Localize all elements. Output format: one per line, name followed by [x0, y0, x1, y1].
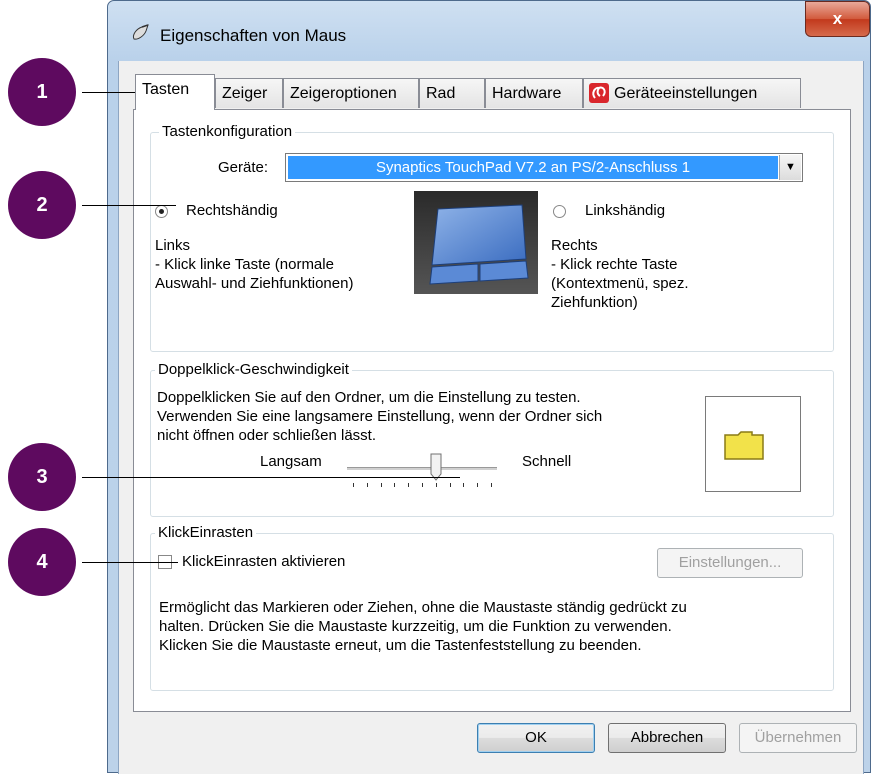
slider-tick [491, 483, 492, 487]
folder-icon[interactable] [724, 430, 764, 460]
tab-hardware[interactable]: Hardware [485, 78, 583, 108]
tab-panel: Tastenkonfiguration Geräte: Synaptics To… [133, 109, 851, 712]
slider-tick [422, 483, 423, 487]
apply-button[interactable]: Übernehmen [739, 723, 857, 753]
callout-line-3 [82, 477, 460, 478]
callout-badge-1: 1 [8, 58, 76, 126]
dialog-client: Tasten Zeiger Zeigeroptionen Rad Hardwar… [118, 61, 864, 774]
callout-line-2 [82, 205, 176, 206]
device-select-value: Synaptics TouchPad V7.2 an PS/2-Anschlus… [288, 156, 778, 179]
fast-label: Schnell [522, 453, 572, 470]
double-click-line2: Verwenden Sie eine langsamere Einstellun… [157, 408, 603, 425]
click-lock-label[interactable]: KlickEinrasten aktivieren [182, 553, 345, 570]
synaptics-icon [589, 83, 609, 103]
touchpad-icon [414, 191, 538, 294]
slider-tick [353, 483, 354, 487]
right-desc-line3: Ziehfunktion) [551, 294, 638, 311]
slider-tick [463, 483, 465, 487]
click-lock-title: KlickEinrasten [155, 524, 257, 541]
window-title: Eigenschaften von Maus [160, 26, 347, 45]
chevron-down-icon[interactable]: ▼ [779, 155, 801, 180]
slider-tick [380, 483, 382, 487]
slider-tick [449, 483, 451, 487]
right-handed-label[interactable]: Rechtshändig [186, 202, 278, 219]
slow-label: Langsam [260, 453, 322, 470]
right-desc-line1: - Klick rechte Taste [551, 256, 678, 273]
left-desc-line1: - Klick linke Taste (normale [155, 256, 334, 273]
mouse-icon [133, 24, 149, 40]
callout-line-4 [82, 562, 178, 563]
left-handed-label[interactable]: Linkshändig [585, 202, 665, 219]
click-lock-desc-line3: Klicken Sie die Maustaste erneut, um die… [159, 637, 642, 654]
cancel-button[interactable]: Abbrechen [608, 723, 726, 753]
click-lock-group: KlickEinrasten KlickEinrasten aktivieren… [150, 524, 834, 691]
button-config-title: Tastenkonfiguration [159, 123, 296, 140]
slider-tick [435, 483, 437, 487]
click-lock-settings-button[interactable]: Einstellungen... [657, 548, 803, 578]
callout-badge-2: 2 [8, 171, 76, 239]
tab-tasten[interactable]: Tasten [135, 74, 215, 110]
callout-badge-4: 4 [8, 528, 76, 596]
tab-geraeteeinstellungen[interactable]: Geräteeinstellungen [583, 78, 801, 108]
double-click-title: Doppelklick-Geschwindigkeit [155, 361, 352, 378]
click-lock-desc-line2: halten. Drücken Sie die Maustaste kurzze… [159, 618, 672, 635]
title-bar[interactable]: Eigenschaften von Maus x [108, 1, 870, 59]
right-desc-line2: (Kontextmenü, spez. [551, 275, 689, 292]
double-click-line1: Doppelklicken Sie auf den Ordner, um die… [157, 389, 581, 406]
double-click-group: Doppelklick-Geschwindigkeit Doppelklicke… [150, 361, 834, 517]
tab-geraeteeinstellungen-label: Geräteeinstellungen [614, 85, 758, 102]
tab-zeigeroptionen[interactable]: Zeigeroptionen [283, 78, 419, 108]
left-title: Links [155, 237, 191, 254]
right-handed-radio[interactable] [155, 205, 168, 218]
slider-tick [366, 483, 368, 487]
right-title: Rechts [551, 237, 598, 254]
slider-track [347, 467, 497, 470]
click-lock-desc-line1: Ermöglicht das Markieren oder Ziehen, oh… [159, 599, 687, 616]
button-config-group: Tastenkonfiguration Geräte: Synaptics To… [150, 123, 834, 352]
close-button[interactable]: x [805, 1, 870, 37]
slider-tick [477, 483, 479, 487]
left-desc-line2: Auswahl- und Ziehfunktionen) [155, 275, 354, 292]
tab-rad[interactable]: Rad [419, 78, 485, 108]
double-click-line3: nicht öffnen oder schließen lässt. [157, 427, 377, 444]
slider-tick [408, 483, 410, 487]
device-label: Geräte: [218, 159, 269, 176]
double-click-speed-slider[interactable] [347, 453, 497, 493]
ok-button[interactable]: OK [477, 723, 595, 753]
device-select[interactable]: Synaptics TouchPad V7.2 an PS/2-Anschlus… [285, 153, 803, 182]
tab-zeiger[interactable]: Zeiger [215, 78, 283, 108]
mouse-properties-window: Eigenschaften von Maus x Tasten Zeiger Z… [107, 0, 871, 774]
slider-tick [394, 483, 396, 487]
left-handed-radio[interactable] [553, 205, 566, 218]
test-folder-box[interactable] [705, 396, 801, 492]
callout-badge-3: 3 [8, 443, 76, 511]
